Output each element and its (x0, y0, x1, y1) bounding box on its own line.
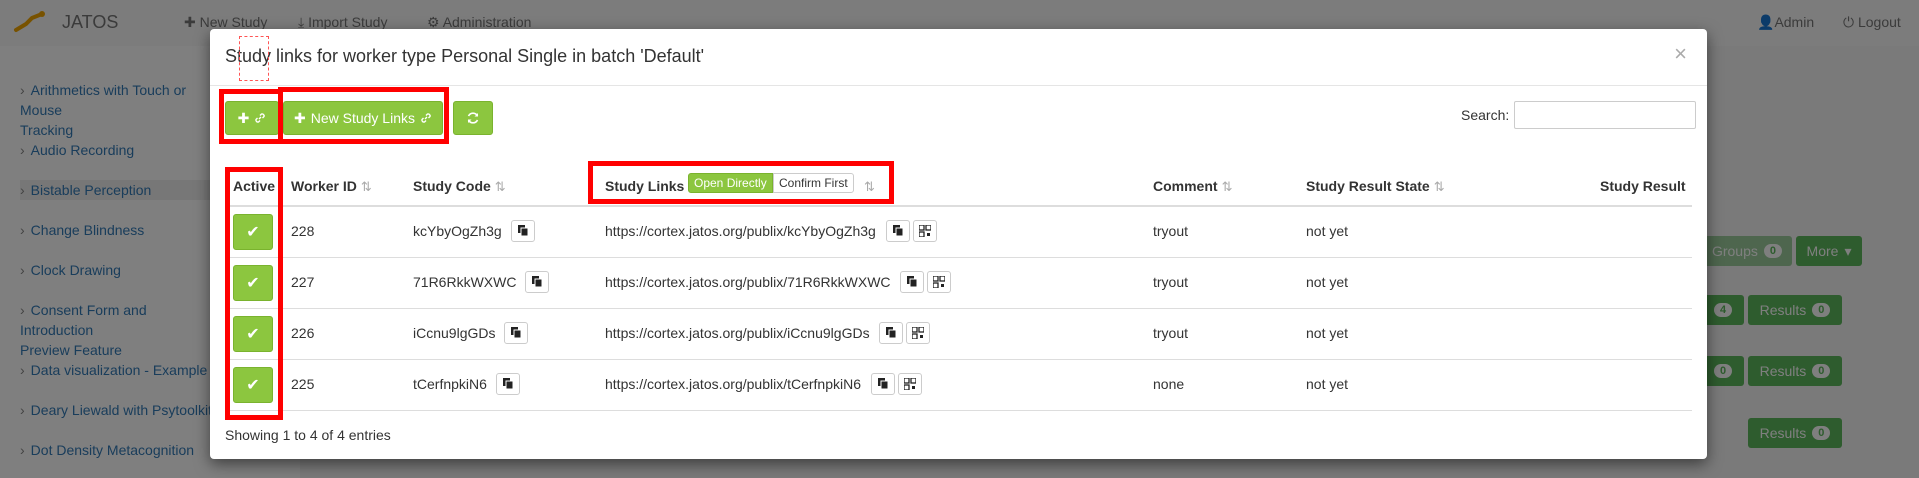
copy-icon (502, 378, 514, 390)
study-link-cell[interactable]: https://cortex.jatos.org/publix/iCcnu9lg… (605, 325, 870, 341)
row-divider (225, 359, 1692, 360)
copy-icon (517, 225, 529, 237)
copy-icon (906, 276, 918, 288)
copy-link-button[interactable] (886, 220, 910, 242)
qr-code-button[interactable] (906, 322, 930, 344)
study-link-cell[interactable]: https://cortex.jatos.org/publix/71R6RkkW… (605, 274, 891, 290)
column-header-worker-id[interactable]: Worker ID ⇅ (291, 178, 372, 195)
search-input[interactable] (1514, 101, 1696, 129)
row-divider (225, 308, 1692, 309)
column-header-label: Study Result (1600, 178, 1686, 194)
study-link-cell[interactable]: https://cortex.jatos.org/publix/kcYbyOgZ… (605, 223, 876, 239)
sort-icon: ⇅ (494, 179, 506, 194)
active-toggle-button[interactable]: ✔ (233, 214, 273, 250)
column-header-study-code[interactable]: Study Code ⇅ (413, 178, 506, 195)
plus-icon: ✚ (237, 109, 250, 126)
copy-code-button[interactable] (496, 373, 520, 395)
column-header-label: Study Links (605, 178, 685, 194)
check-icon: ✔ (246, 224, 260, 241)
qr-code-button[interactable] (898, 373, 922, 395)
check-icon: ✔ (246, 377, 260, 394)
comment-cell: tryout (1153, 274, 1189, 290)
study-link-cell[interactable]: https://cortex.jatos.org/publix/tCerfnpk… (605, 376, 861, 392)
copy-code-button[interactable] (511, 220, 535, 242)
active-toggle-button[interactable]: ✔ (233, 265, 273, 301)
table-header-divider (225, 205, 1692, 207)
qr-code-icon (904, 378, 916, 390)
sort-icon: ⇅ (864, 179, 875, 194)
result-state-cell: not yet (1306, 274, 1349, 290)
copy-code-button[interactable] (525, 271, 549, 293)
sort-desc-icon: ⇅ (360, 179, 372, 194)
qr-code-icon (912, 327, 924, 339)
study-code-cell: iCcnu9lgGDs (413, 325, 496, 341)
confirm-first-toggle[interactable]: Confirm First (773, 173, 854, 193)
study-links-modal: Study links for worker type Personal Sin… (210, 29, 1707, 459)
link-icon (254, 112, 266, 124)
column-header-label: Worker ID (291, 178, 357, 194)
active-toggle-button[interactable]: ✔ (233, 367, 273, 403)
worker-id-cell: 227 (291, 274, 315, 290)
study-code-cell: kcYbyOgZh3g (413, 223, 502, 239)
active-toggle-button[interactable]: ✔ (233, 316, 273, 352)
modal-title: Study links for worker type Personal Sin… (225, 46, 705, 66)
column-header-result-state[interactable]: Study Result State ⇅ (1306, 178, 1445, 195)
column-header-label: Study Code (413, 178, 491, 194)
worker-id-cell: 228 (291, 223, 315, 239)
column-header-study-links: Study Links (605, 178, 684, 194)
link-icon (420, 112, 432, 124)
result-state-cell: not yet (1306, 376, 1349, 392)
check-icon: ✔ (246, 275, 260, 292)
study-code-cell: 71R6RkkWXWC (413, 274, 517, 290)
comment-cell: tryout (1153, 325, 1189, 341)
sort-icon: ⇅ (1221, 179, 1233, 194)
copy-icon (885, 327, 897, 339)
comment-cell: tryout (1153, 223, 1189, 239)
new-study-links-label: New Study Links (310, 110, 415, 126)
row-divider (225, 257, 1692, 258)
copy-icon (510, 327, 522, 339)
study-links-sort[interactable]: ⇅ (860, 178, 875, 195)
table-info: Showing 1 to 4 of 4 entries (225, 427, 391, 443)
close-button[interactable]: × (1674, 41, 1687, 67)
worker-id-cell: 226 (291, 325, 315, 341)
sort-icon: ⇅ (1433, 179, 1445, 194)
qr-code-button[interactable] (913, 220, 937, 242)
copy-code-button[interactable] (504, 322, 528, 344)
copy-link-button[interactable] (871, 373, 895, 395)
copy-icon (877, 378, 889, 390)
column-header-active[interactable]: Active (233, 178, 275, 194)
copy-link-button[interactable] (879, 322, 903, 344)
check-icon: ✔ (246, 326, 260, 343)
open-directly-toggle[interactable]: Open Directly (688, 173, 773, 193)
qr-code-icon (933, 276, 945, 288)
copy-icon (531, 276, 543, 288)
result-state-cell: not yet (1306, 325, 1349, 341)
refresh-button[interactable] (453, 101, 493, 135)
plus-icon: ✚ (293, 109, 306, 126)
search-label: Search: (1461, 107, 1510, 123)
column-header-label: Active (233, 178, 276, 194)
refresh-icon (466, 111, 480, 125)
study-code-cell: tCerfnpkiN6 (413, 376, 487, 392)
modal-header: Study links for worker type Personal Sin… (210, 29, 1707, 86)
worker-id-cell: 225 (291, 376, 315, 392)
column-header-comment[interactable]: Comment ⇅ (1153, 178, 1232, 195)
comment-cell: none (1153, 376, 1185, 392)
qr-code-button[interactable] (927, 271, 951, 293)
result-state-cell: not yet (1306, 223, 1349, 239)
qr-code-icon (919, 225, 931, 237)
column-header-label: Study Result State (1306, 178, 1430, 194)
copy-icon (892, 225, 904, 237)
copy-link-button[interactable] (900, 271, 924, 293)
row-divider (225, 410, 1692, 411)
column-header-study-result: Study Result (1600, 178, 1686, 194)
column-header-label: Comment (1153, 178, 1218, 194)
new-study-links-button[interactable]: ✚ New Study Links (283, 101, 443, 135)
add-study-link-button[interactable]: ✚ (225, 101, 279, 135)
